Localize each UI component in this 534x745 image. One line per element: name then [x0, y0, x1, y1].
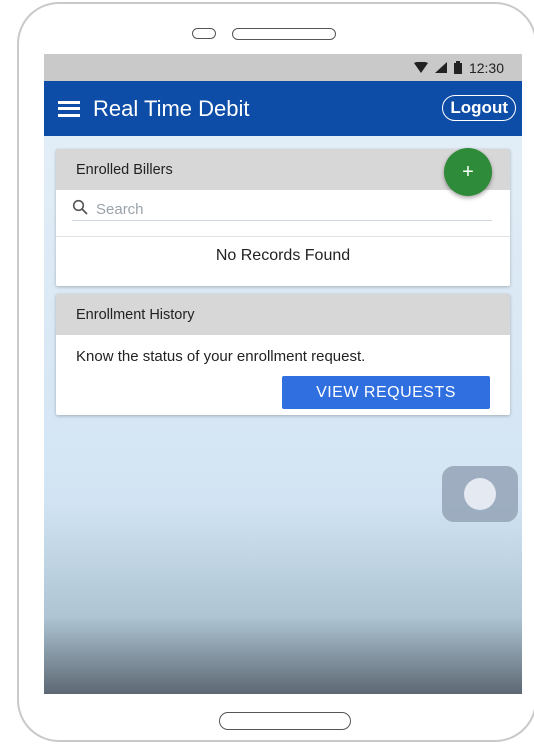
front-camera — [192, 28, 216, 39]
view-requests-button[interactable]: VIEW REQUESTS — [282, 376, 490, 409]
battery-icon — [453, 61, 462, 74]
app-bar: Real Time Debit Logout — [44, 81, 522, 136]
signal-icon — [434, 62, 447, 73]
enrolled-billers-card: Enrolled Billers No Records Found — [56, 149, 510, 286]
enrollment-history-card: Enrollment History Know the status of yo… — [56, 294, 510, 415]
home-button[interactable] — [219, 712, 351, 730]
earpiece-speaker — [232, 28, 336, 40]
status-time: 12:30 — [468, 59, 504, 76]
empty-state-text: No Records Found — [215, 247, 351, 264]
divider — [56, 236, 510, 237]
assistive-touch-button[interactable] — [442, 466, 518, 522]
enrollment-history-header: Enrollment History — [56, 294, 510, 335]
search-icon — [72, 199, 88, 220]
logout-button[interactable]: Logout — [442, 95, 516, 121]
status-bar: 12:30 — [44, 54, 522, 81]
enrollment-history-description: Know the status of your enrollment reque… — [76, 348, 366, 365]
add-biller-button[interactable]: + — [444, 148, 492, 196]
menu-icon[interactable] — [58, 100, 80, 117]
enrolled-billers-header: Enrolled Billers — [56, 149, 510, 190]
search-input[interactable] — [94, 199, 478, 219]
wifi-icon — [413, 62, 428, 73]
app-screen: 12:30 Real Time Debit Logout Enrolled Bi… — [44, 54, 522, 694]
search-bar — [72, 198, 492, 221]
app-title: Real Time Debit — [93, 95, 250, 121]
